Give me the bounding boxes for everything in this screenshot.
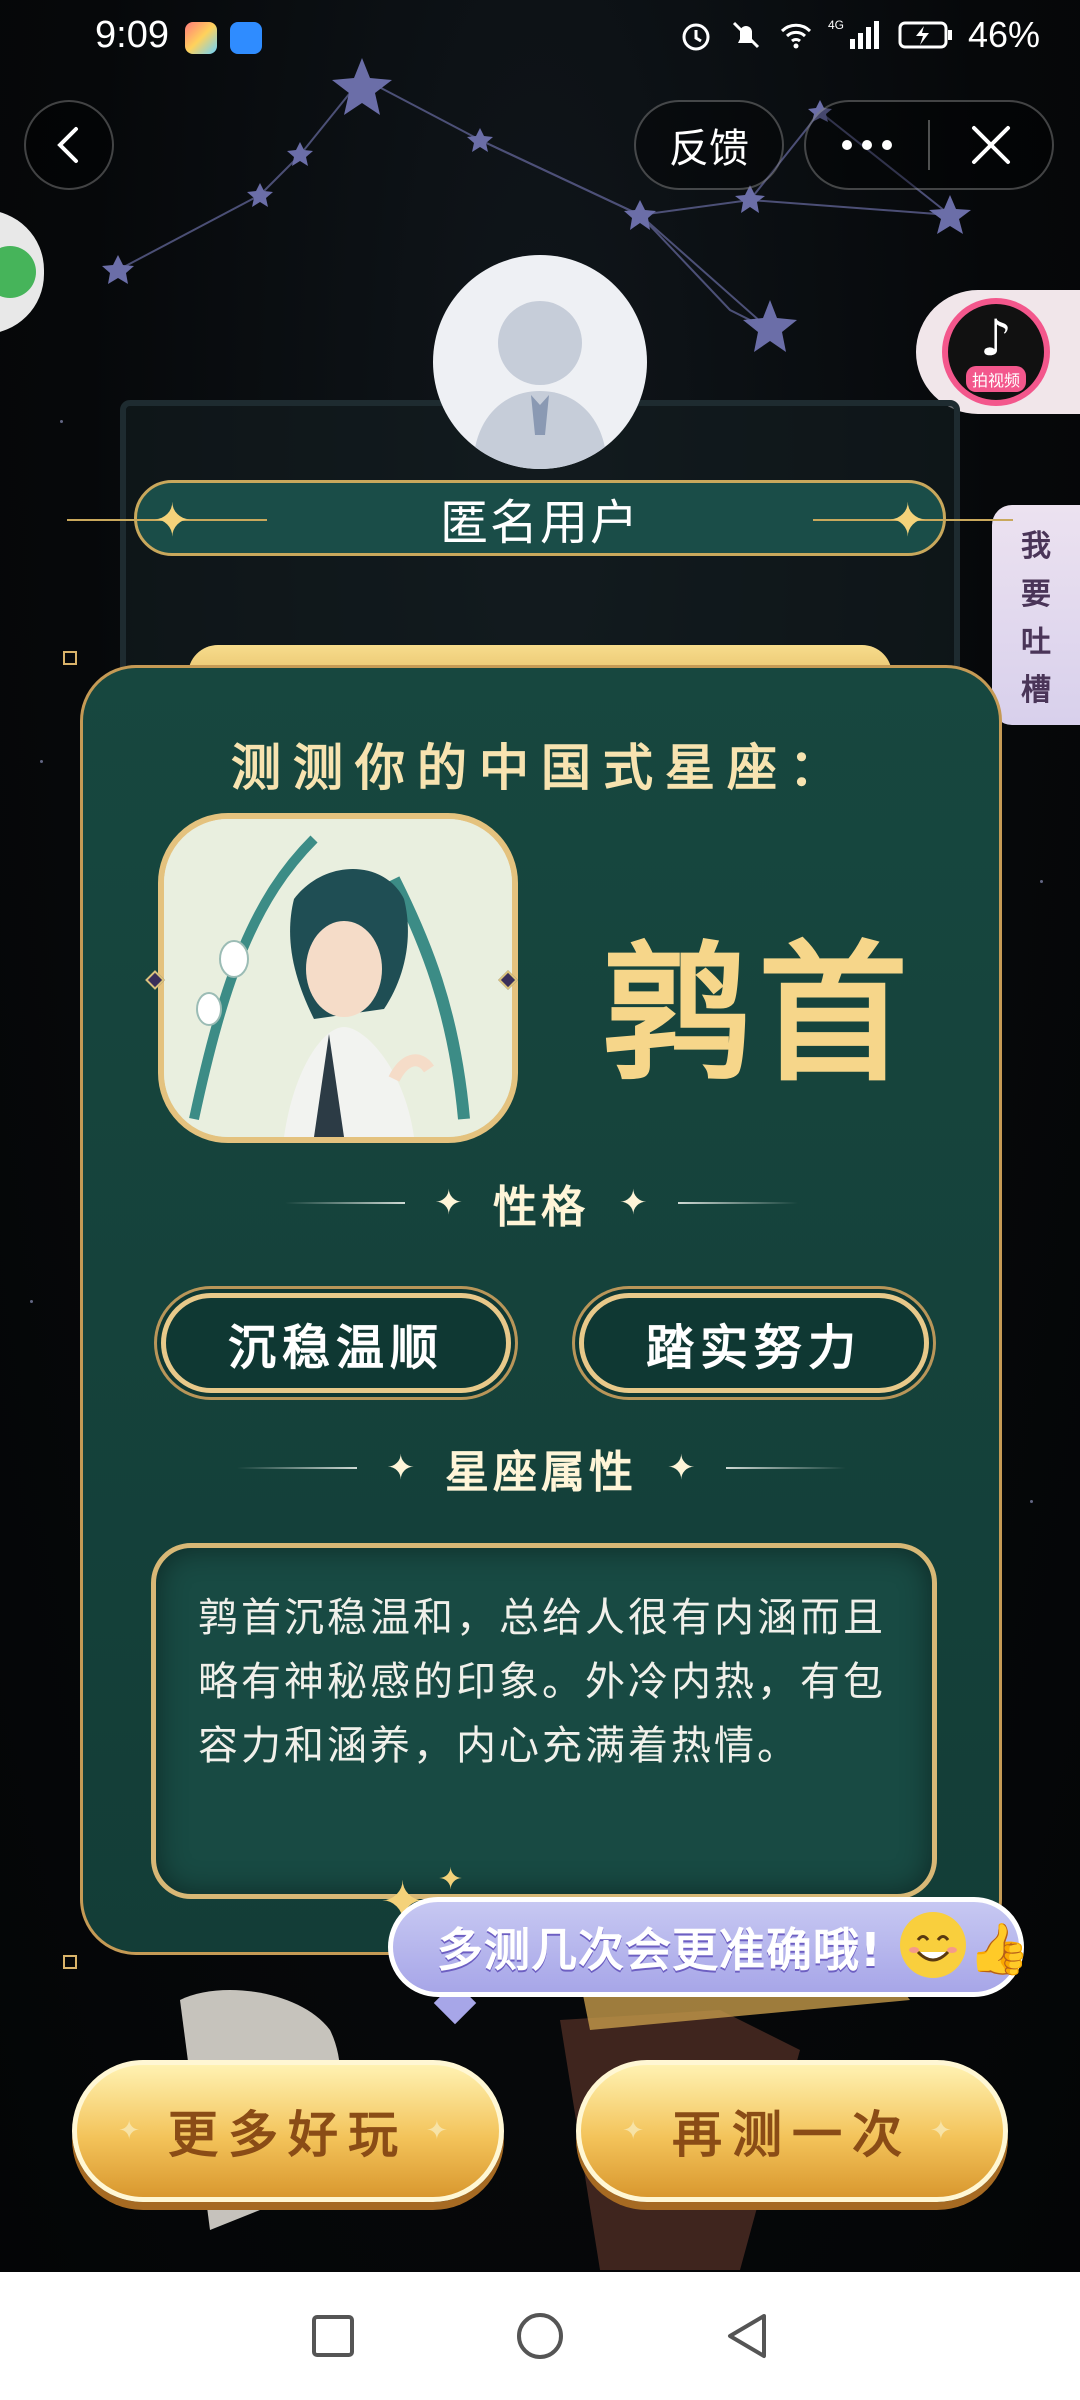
signal-icon: 4G bbox=[828, 18, 879, 49]
attribute-heading: ✦ 星座属性 ✦ bbox=[83, 1433, 999, 1503]
retest-button[interactable]: ✦ 再测一次 ✦ bbox=[576, 2060, 1008, 2202]
description-box: 鹑首沉稳温和，总给人很有内涵而且略有神秘感的印象。外冷内热，有包容力和涵养，内心… bbox=[151, 1543, 937, 1899]
sparkle-icon: ✦ bbox=[153, 493, 192, 547]
heading-rule bbox=[236, 1467, 357, 1469]
chat-app-icon bbox=[0, 246, 36, 298]
avatar bbox=[433, 255, 647, 469]
user-silhouette-icon bbox=[473, 301, 607, 469]
star-dot bbox=[60, 420, 63, 423]
character-illustration bbox=[164, 819, 512, 1137]
chevron-left-icon bbox=[57, 127, 78, 163]
close-button[interactable] bbox=[930, 102, 1052, 188]
star-dot bbox=[40, 760, 43, 763]
home-circle-icon[interactable] bbox=[515, 2311, 565, 2361]
star-dot bbox=[30, 1300, 33, 1303]
tip-text: 多测几次会更准确哦! bbox=[437, 1923, 882, 1977]
sparkle-icon: ✦ bbox=[888, 493, 927, 547]
battery-icon bbox=[898, 21, 952, 49]
recents-square-icon[interactable] bbox=[310, 2313, 356, 2359]
trait-text: 沉稳温顺 bbox=[227, 1320, 444, 1376]
star-dot bbox=[1030, 1500, 1033, 1503]
alarm-icon bbox=[682, 23, 710, 51]
trait-pill: 沉稳温顺 bbox=[161, 1293, 511, 1393]
character-portrait bbox=[158, 813, 518, 1143]
username: 匿名用户 bbox=[439, 495, 640, 551]
shoot-video-button[interactable]: ♪ 拍视频 bbox=[916, 290, 1080, 414]
sparkle-icon: ✦ bbox=[434, 1183, 464, 1223]
heading-rule bbox=[284, 1202, 405, 1204]
mute-bell-icon bbox=[732, 21, 759, 49]
heading-rule bbox=[725, 1467, 846, 1469]
shoot-video-label: 拍视频 bbox=[965, 366, 1026, 392]
sparkle-icon: ✦ bbox=[386, 1448, 416, 1488]
complain-char: 要 bbox=[1021, 577, 1051, 612]
constellation-name: 鹑首 bbox=[601, 926, 914, 1102]
heading-rule bbox=[677, 1202, 798, 1204]
status-time: 9:09 bbox=[95, 14, 169, 56]
corner-mark bbox=[63, 651, 77, 665]
attribute-heading-text: 星座属性 bbox=[445, 1447, 637, 1498]
close-icon bbox=[972, 126, 1010, 164]
more-fun-label: 更多好玩 bbox=[168, 2106, 408, 2164]
battery-percent: 46% bbox=[967, 14, 1040, 55]
trait-pill: 踏实努力 bbox=[579, 1293, 929, 1393]
button-dot-icon: ✦ bbox=[118, 2116, 150, 2146]
complain-tab[interactable]: 我 要 吐 槽 bbox=[992, 505, 1080, 725]
button-dot-icon: ✦ bbox=[426, 2116, 458, 2146]
more-dots-icon bbox=[842, 140, 892, 150]
wifi-icon bbox=[780, 23, 811, 49]
button-dot-icon: ✦ bbox=[622, 2116, 654, 2146]
more-fun-button[interactable]: ✦ 更多好玩 ✦ bbox=[72, 2060, 504, 2202]
personality-heading: ✦ 性格 ✦ bbox=[83, 1168, 999, 1238]
feedback-button[interactable]: 反馈 bbox=[634, 100, 784, 190]
system-navigation-bar bbox=[0, 2272, 1080, 2400]
complain-char: 吐 bbox=[1021, 625, 1051, 660]
complain-char: 槽 bbox=[1021, 673, 1051, 708]
button-dot-icon: ✦ bbox=[930, 2116, 962, 2146]
music-note-icon: ♪ bbox=[980, 309, 1012, 367]
corner-mark bbox=[63, 1955, 77, 1969]
sparkle-icon: ✦ bbox=[619, 1183, 648, 1223]
cloud-app-icon bbox=[230, 22, 262, 54]
card-title: 测测你的中国式星座： bbox=[231, 739, 851, 797]
sparkle-icon: ✦ bbox=[667, 1448, 696, 1488]
result-card: 测测你的中国式星座： 鹑首 ✦ 性格 ✦ 沉稳温顺 踏实努力 ✦ 星座属性 ✦ … bbox=[80, 665, 1002, 1955]
more-button[interactable] bbox=[806, 102, 928, 188]
network-type: 4G bbox=[828, 18, 844, 32]
username-banner: ✦ ✦ 匿名用户 bbox=[67, 480, 1013, 556]
smiley-icon bbox=[900, 1912, 966, 1978]
complain-char: 我 bbox=[1021, 529, 1051, 564]
trait-text: 踏实努力 bbox=[645, 1320, 862, 1376]
back-button[interactable] bbox=[24, 100, 114, 190]
retest-label: 再测一次 bbox=[672, 2106, 912, 2164]
back-triangle-icon[interactable] bbox=[724, 2311, 770, 2361]
sparkle-icon: ✦ bbox=[438, 1862, 464, 1897]
tiktok-icon: ♪ 拍视频 bbox=[942, 298, 1050, 406]
thumbs-up-icon: 👍 bbox=[968, 1920, 1031, 1978]
star-dot bbox=[1040, 880, 1043, 883]
status-bar: 9:09 4G 46% bbox=[0, 0, 1080, 80]
personality-heading-text: 性格 bbox=[493, 1182, 589, 1233]
mini-program-capsule bbox=[804, 100, 1054, 190]
description-text: 鹑首沉稳温和，总给人很有内涵而且略有神秘感的印象。外冷内热，有包容力和涵养，内心… bbox=[198, 1595, 886, 1769]
app-notification-icon bbox=[185, 22, 217, 54]
